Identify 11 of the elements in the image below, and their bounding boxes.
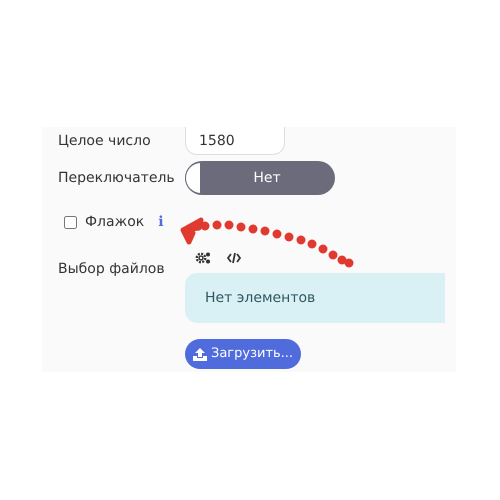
field-label: Целое число [58,132,151,151]
checkbox[interactable] [64,216,77,229]
number-field[interactable]: 1580 [185,127,285,155]
upload-button[interactable]: Загрузить... [185,339,302,370]
info-icon[interactable]: i [158,212,164,233]
field-label: Переключатель [58,170,175,186]
empty-list-alert: Нет элементов [185,273,445,324]
upload-icon [193,348,207,361]
toggle-switch[interactable]: Нет [185,161,335,195]
checkbox-label: Флажок [85,213,144,232]
field-label: Выбор файлов [58,260,165,279]
